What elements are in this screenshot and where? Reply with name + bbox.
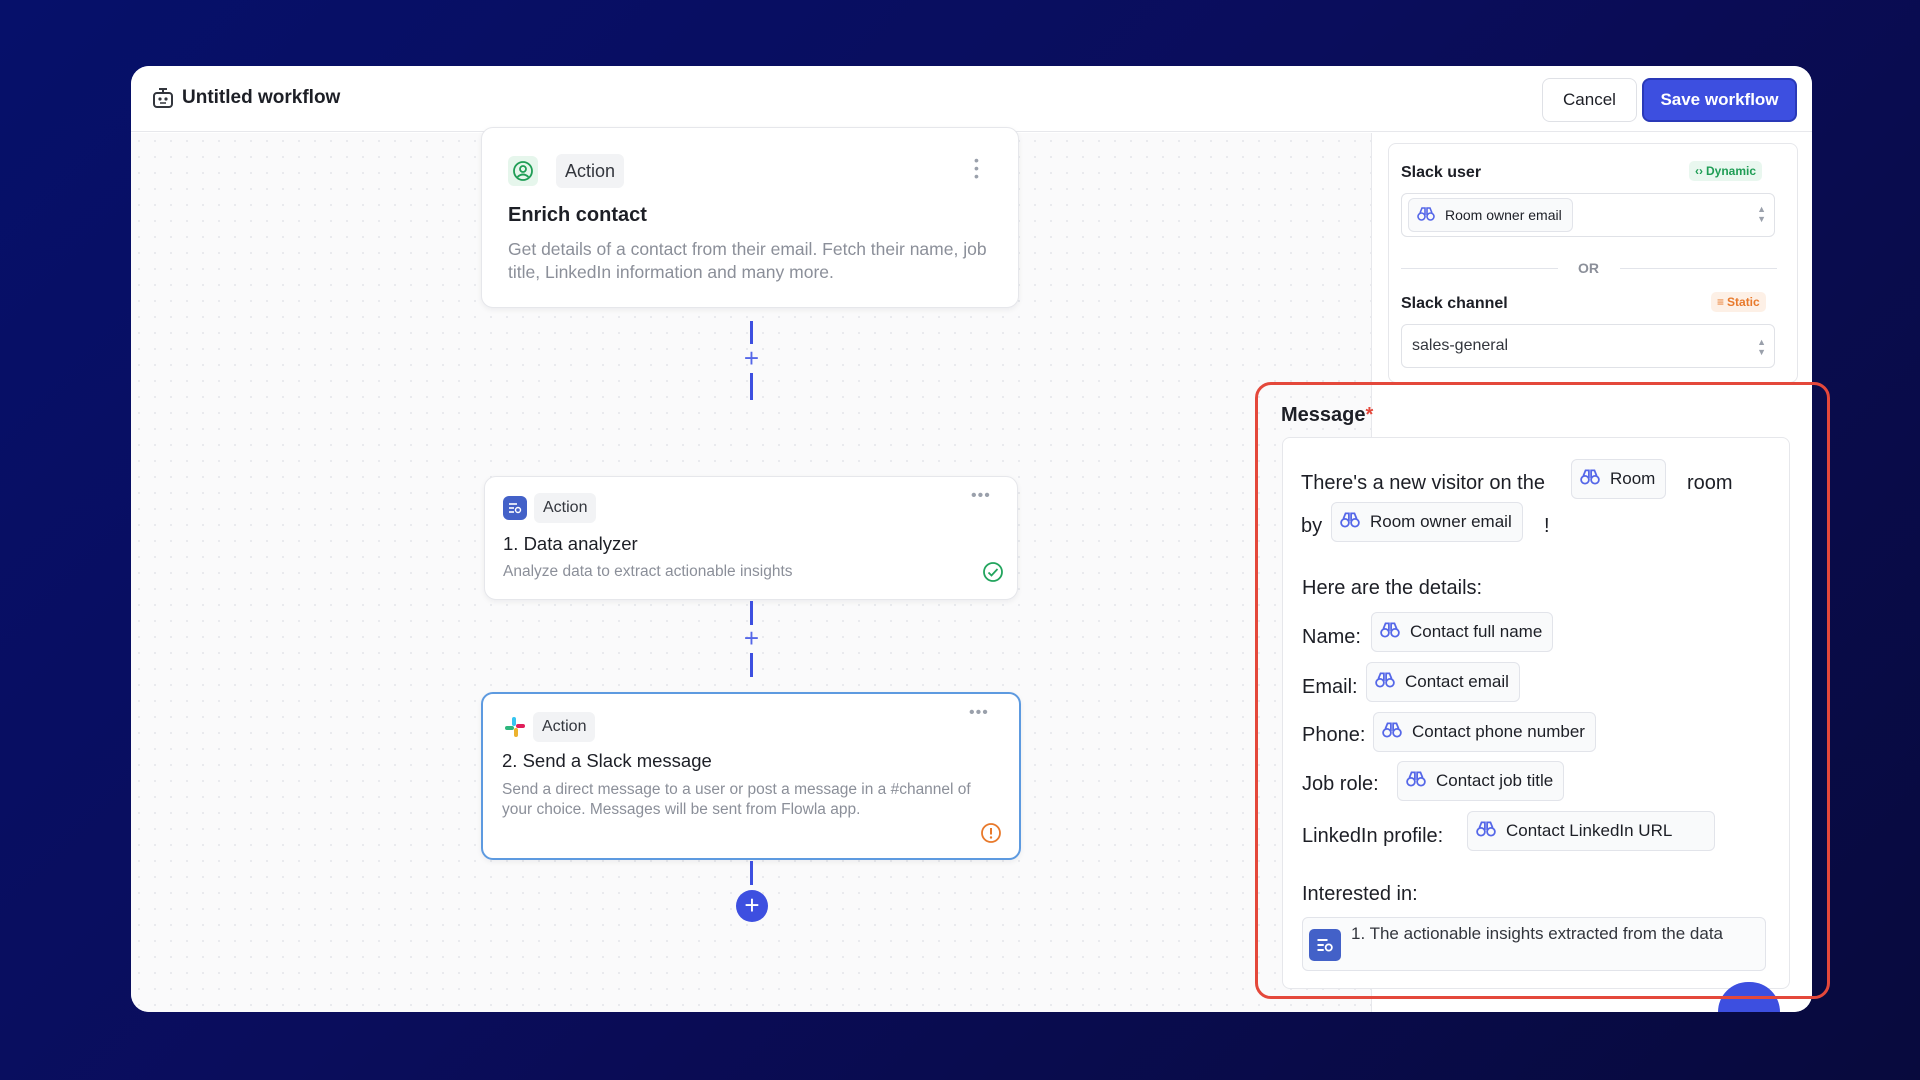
select-arrows-icon: ▲ ▼ bbox=[1757, 204, 1766, 224]
workflow-bot-icon bbox=[153, 88, 173, 108]
dynamic-badge[interactable]: ‹› Dynamic bbox=[1689, 161, 1763, 181]
step-description: Get details of a contact from their emai… bbox=[508, 239, 987, 282]
slack-target-settings: Slack user ‹› Dynamic Room owner email ▲ ▼… bbox=[1388, 143, 1798, 383]
or-divider-text: OR bbox=[1578, 260, 1599, 276]
top-bar: Untitled workflow Cancel Save workflow bbox=[131, 66, 1812, 132]
slack-icon bbox=[503, 715, 527, 739]
code-icon: ‹› bbox=[1695, 164, 1703, 178]
list-icon: ≡ bbox=[1717, 295, 1725, 309]
more-options-icon[interactable]: ••• bbox=[969, 704, 989, 722]
add-step-icon[interactable]: + bbox=[741, 345, 762, 371]
more-options-icon[interactable]: ••• bbox=[974, 153, 980, 183]
step-title: Enrich contact bbox=[508, 204, 647, 226]
user-search-icon bbox=[508, 156, 538, 186]
workflow-canvas[interactable]: Action • • • Enrich contact Get details of… bbox=[131, 127, 1371, 1012]
step-type-tag: Action bbox=[533, 712, 596, 742]
step-type-tag: Action bbox=[556, 154, 625, 188]
connector-line bbox=[750, 373, 753, 400]
binoculars-icon bbox=[1417, 206, 1435, 225]
data-analyzer-icon bbox=[503, 496, 527, 520]
step-description: Send a direct message to a user or post … bbox=[502, 781, 971, 818]
workflow-title[interactable]: Untitled workflow bbox=[182, 87, 340, 109]
slack-user-label: Slack user bbox=[1401, 164, 1482, 181]
variable-chip[interactable]: Room owner email bbox=[1408, 198, 1573, 232]
cancel-button[interactable]: Cancel bbox=[1542, 78, 1637, 122]
divider bbox=[1620, 268, 1777, 269]
slack-channel-select[interactable]: sales-general ▲ ▼ bbox=[1401, 324, 1775, 368]
message-section-highlight bbox=[1255, 382, 1830, 999]
static-badge[interactable]: ≡ Static bbox=[1711, 292, 1766, 312]
connector-line bbox=[750, 601, 753, 625]
save-workflow-button[interactable]: Save workflow bbox=[1642, 78, 1797, 122]
step-card-data-analyzer[interactable]: Action ••• 1. Data analyzer Analyze data… bbox=[484, 476, 1018, 600]
step-description: Analyze data to extract actionable insig… bbox=[503, 563, 793, 580]
more-options-icon[interactable]: ••• bbox=[971, 487, 991, 505]
add-step-button[interactable]: + bbox=[736, 890, 768, 922]
slack-channel-label: Slack channel bbox=[1401, 295, 1508, 312]
select-arrows-icon: ▲ ▼ bbox=[1757, 337, 1766, 357]
warning-icon bbox=[981, 823, 1001, 843]
step-title: 2. Send a Slack message bbox=[502, 750, 712, 771]
connector-line bbox=[750, 861, 753, 885]
step-type-tag: Action bbox=[534, 493, 597, 523]
connector-line bbox=[750, 653, 753, 677]
divider bbox=[1401, 268, 1558, 269]
step-card-enrich-contact[interactable]: Action • • • Enrich contact Get details of… bbox=[481, 127, 1019, 308]
step-card-send-slack-message[interactable]: Action ••• 2. Send a Slack message Send … bbox=[481, 692, 1021, 860]
connector-line bbox=[750, 321, 753, 344]
step-title: 1. Data analyzer bbox=[503, 533, 638, 554]
add-step-icon[interactable]: + bbox=[741, 625, 762, 651]
slack-user-select[interactable]: Room owner email ▲ ▼ bbox=[1401, 193, 1775, 237]
check-circle-icon bbox=[983, 562, 1003, 582]
